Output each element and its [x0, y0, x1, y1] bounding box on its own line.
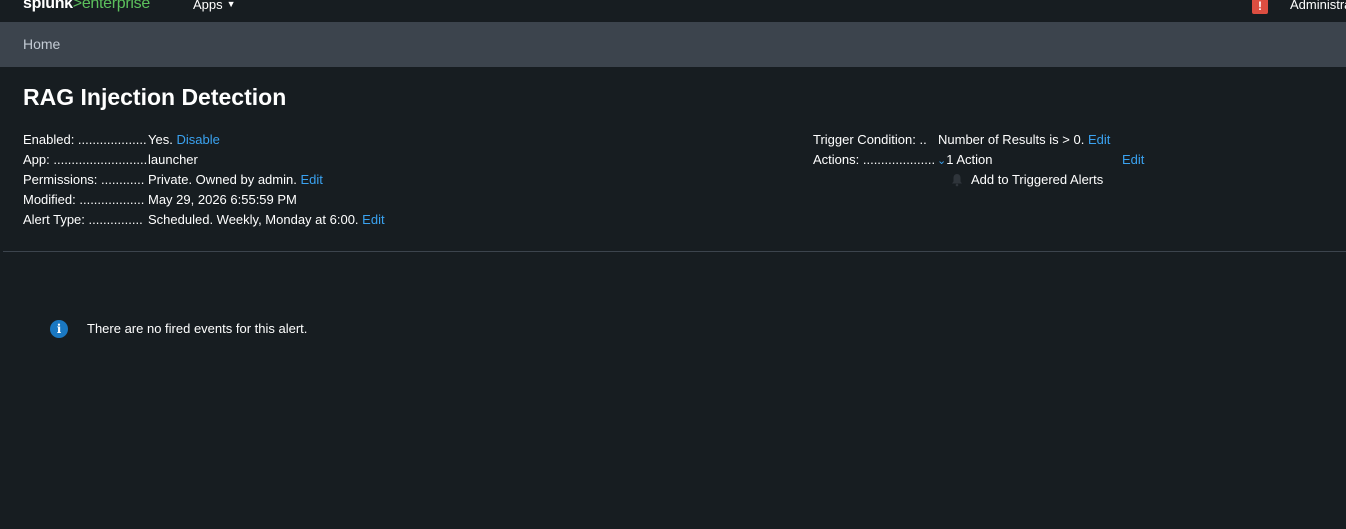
section-divider	[3, 251, 1346, 252]
trigger-condition-value: Number of Results is > 0.	[938, 132, 1085, 147]
apps-menu-label: Apps	[193, 0, 223, 12]
actions-count: 1 Action	[946, 152, 993, 167]
breadcrumb-home[interactable]: Home	[23, 36, 60, 52]
actions-edit-link[interactable]: Edit	[1122, 151, 1144, 169]
logo-gt: >	[72, 0, 82, 12]
disable-link[interactable]: Disable	[176, 132, 219, 147]
caret-down-icon: ▼	[226, 0, 236, 9]
action-item-triggered-alerts: Add to Triggered Alerts	[971, 172, 1104, 187]
alert-type-value: Scheduled. Weekly, Monday at 6:00.	[148, 212, 359, 227]
logo-primary: splunk	[23, 0, 73, 12]
user-menu[interactable]: Administrator	[1290, 0, 1346, 12]
permissions-value: Private. Owned by admin.	[148, 172, 297, 187]
bell-icon	[952, 174, 962, 187]
apps-menu[interactable]: Apps ▼	[193, 0, 236, 12]
permissions-edit-link[interactable]: Edit	[300, 172, 322, 187]
modified-label: Modified: ..................	[23, 192, 145, 207]
messages-alert-icon[interactable]: !	[1252, 0, 1268, 14]
alert-type-label: Alert Type: ...............	[23, 212, 143, 227]
trigger-condition-label: Trigger Condition: ..	[813, 132, 927, 147]
top-navigation-bar: splunk>enterprise Apps▼ ! Administrator	[0, 0, 1346, 22]
actions-toggle[interactable]: ⌄1 Action	[937, 151, 992, 170]
modified-value: May 29, 2026 6:55:59 PM	[148, 192, 297, 207]
empty-events-message: There are no fired events for this alert…	[87, 321, 308, 336]
chevron-down-icon: ⌄	[937, 155, 947, 167]
breadcrumb-bar: Home	[0, 22, 1346, 67]
logo-secondary: enterprise	[81, 0, 150, 12]
alert-type-edit-link[interactable]: Edit	[362, 212, 384, 227]
permissions-label: Permissions: ............	[23, 172, 145, 187]
enabled-label: Enabled: ....................	[23, 132, 147, 147]
enabled-value: Yes.	[148, 132, 173, 147]
info-icon: i	[50, 320, 68, 338]
app-label: App: ...........................	[23, 152, 147, 167]
splunk-logo[interactable]: splunk>enterprise	[23, 0, 150, 13]
trigger-condition-edit-link[interactable]: Edit	[1088, 132, 1110, 147]
actions-label: Actions: ....................	[813, 152, 935, 167]
app-value: launcher	[148, 152, 198, 167]
page-title: RAG Injection Detection	[23, 84, 287, 110]
actions-row: Actions: .................... ⌄1 Action …	[813, 151, 1153, 169]
